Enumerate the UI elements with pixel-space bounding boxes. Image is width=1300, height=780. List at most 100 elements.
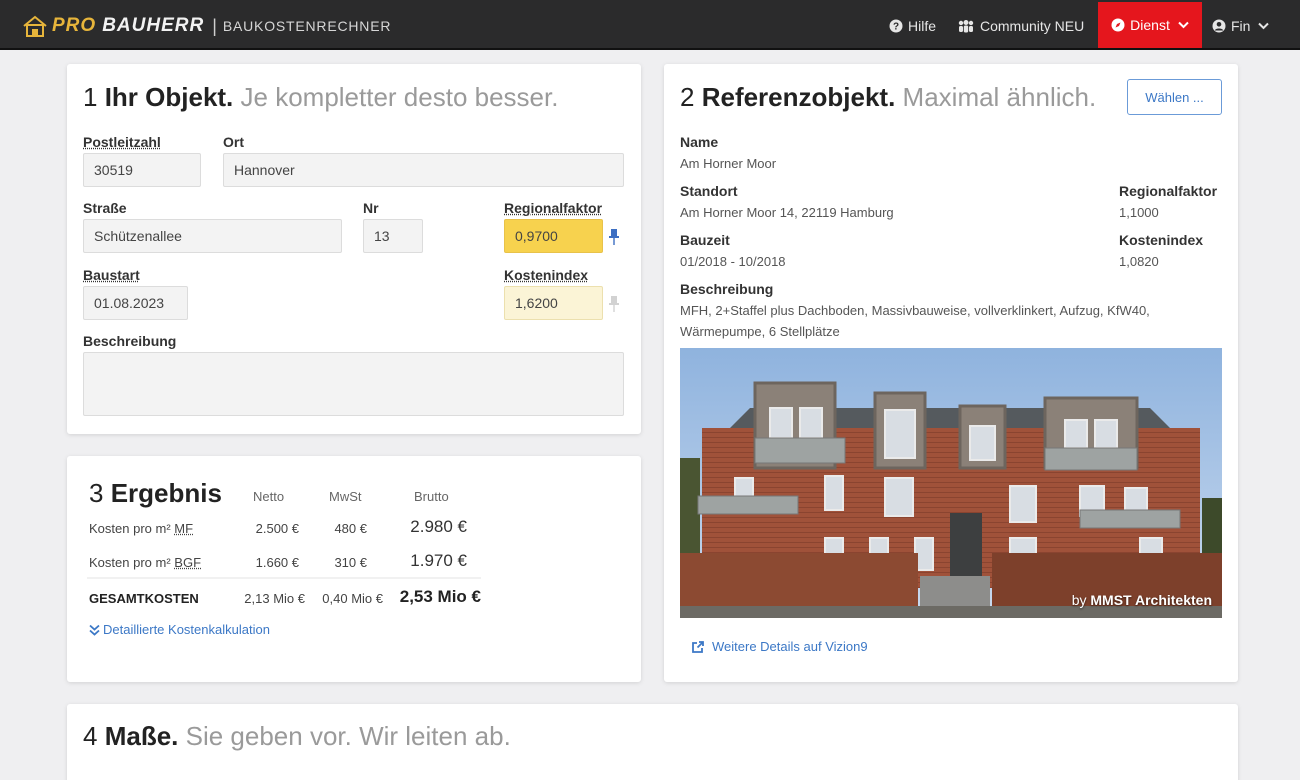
regionalfaktor-label: Regionalfaktor [504,200,602,216]
referenz-heading-muted: Maximal ähnlich. [903,82,1097,112]
masse-heading: 4 Maße. Sie geben vor. Wir leiten ab. [83,721,511,752]
ergebnis-card: 3 Ergebnis Netto MwSt Brutto Kosten pro … [67,456,641,682]
users-icon [957,19,975,33]
choose-reference-button[interactable]: Wählen ... [1127,79,1222,115]
row-mf-brutto: 2.980 € [385,517,467,537]
row-kosten-bgf-abbr: BGF [174,555,201,570]
result-divider [87,577,481,579]
col-mwst: MwSt [329,489,362,504]
ref-beschreibung-label: Beschreibung [680,281,773,297]
referenz-card: 2 Referenzobjekt. Maximal ähnlich. Wähle… [664,64,1238,682]
ref-kosten-value: 1,0820 [1119,251,1159,272]
row-mf-mwst: 480 € [315,521,367,536]
strasse-input[interactable]: Schützenallee [83,219,342,253]
referenz-heading-main: Referenzobjekt. [702,82,896,112]
photo-credit-name: MMST Architekten [1090,592,1212,608]
vizion9-link[interactable]: Weitere Details auf Vizion9 [691,639,868,654]
nr-input[interactable]: 13 [363,219,423,253]
photo-credit: by MMST Architekten [1072,592,1212,608]
photo-credit-by: by [1072,592,1087,608]
ref-standort-value: Am Horner Moor 14, 22119 Hamburg [680,202,894,223]
brand-subtitle: BAUKOSTENRECHNER [223,18,391,34]
compass-icon [1111,18,1125,32]
external-link-icon [691,640,705,654]
nav-hilfe-label: Hilfe [908,18,936,34]
row-kosten-mf-abbr: MF [174,521,193,536]
col-netto: Netto [253,489,284,504]
ref-name-label: Name [680,134,718,150]
nav-user-dropdown[interactable]: Fin [1212,4,1269,48]
plz-label: Postleitzahl [83,134,161,150]
objekt-heading-main: Ihr Objekt. [105,82,234,112]
question-circle-icon: ? [889,19,903,33]
objekt-heading: 1 Ihr Objekt. Je kompletter desto besser… [83,82,558,113]
nav-community-label: Community NEU [980,18,1084,34]
chevron-down-icon [1178,18,1189,32]
baustart-input[interactable]: 01.08.2023 [83,286,188,320]
baustart-label: Baustart [83,267,140,283]
svg-text:?: ? [893,22,899,33]
pin-icon[interactable] [608,295,620,313]
masse-card: 4 Maße. Sie geben vor. Wir leiten ab. [67,704,1238,780]
brand-separator: | [212,16,217,37]
double-chevron-down-icon [89,624,100,636]
row-kosten-mf-label: Kosten pro m² MF [89,521,193,536]
ref-standort-label: Standort [680,183,738,199]
ort-input[interactable]: Hannover [223,153,624,187]
strasse-label: Straße [83,200,127,216]
user-circle-icon [1212,19,1226,33]
brand-pro: PRO [52,15,96,37]
regionalfaktor-input[interactable]: 0,9700 [504,219,603,253]
nr-label: Nr [363,200,379,216]
ref-bauzeit-value: 01/2018 - 10/2018 [680,251,786,272]
total-netto: 2,13 Mio € [227,591,305,606]
ergebnis-heading: 3 Ergebnis [89,478,222,509]
brand-logo[interactable]: PRO BAUHERR | BAUKOSTENRECHNER [22,12,391,40]
ref-name-value: Am Horner Moor [680,153,776,174]
objekt-card: 1 Ihr Objekt. Je kompletter desto besser… [67,64,641,434]
nav-community[interactable]: Community NEU [957,4,1084,48]
ort-label: Ort [223,134,244,150]
ref-bauzeit-label: Bauzeit [680,232,730,248]
objekt-heading-num: 1 [83,82,97,112]
referenz-heading-num: 2 [680,82,694,112]
detail-calc-link[interactable]: Detaillierte Kostenkalkulation [89,622,270,637]
ergebnis-heading-main: Ergebnis [111,478,222,508]
beschreibung-label: Beschreibung [83,333,176,349]
vizion9-link-label: Weitere Details auf Vizion9 [712,639,868,654]
ref-regional-label: Regionalfaktor [1119,183,1217,199]
row-bgf-mwst: 310 € [315,555,367,570]
row-bgf-brutto: 1.970 € [385,551,467,571]
ref-kosten-label: Kostenindex [1119,232,1203,248]
gesamtkosten-label: GESAMTKOSTEN [89,591,199,606]
kostenindex-input[interactable]: 1,6200 [504,286,603,320]
objekt-heading-muted: Je kompletter desto besser. [241,82,559,112]
ergebnis-heading-num: 3 [89,478,103,508]
nav-dienst-dropdown[interactable]: Dienst [1098,2,1202,48]
nav-hilfe[interactable]: ? Hilfe [889,4,936,48]
top-navbar: PRO BAUHERR | BAUKOSTENRECHNER ? Hilfe C… [0,0,1300,50]
row-mf-netto: 2.500 € [235,521,299,536]
row-kosten-mf-text: Kosten pro m² [89,521,171,536]
masse-heading-num: 4 [83,721,97,751]
brand-bauherr: BAUHERR [102,15,204,37]
ref-beschreibung-value: MFH, 2+Staffel plus Dachboden, Massivbau… [680,300,1228,342]
beschreibung-textarea[interactable] [83,352,624,416]
referenz-heading: 2 Referenzobjekt. Maximal ähnlich. [680,82,1096,113]
reference-building-photo: by MMST Architekten [680,348,1222,618]
kostenindex-label: Kostenindex [504,267,588,283]
house-logo-icon [22,14,48,38]
row-kosten-bgf-label: Kosten pro m² BGF [89,555,201,570]
plz-input[interactable]: 30519 [83,153,201,187]
detail-calc-link-label: Detaillierte Kostenkalkulation [103,622,270,637]
total-brutto: 2,53 Mio € [385,587,481,607]
nav-user-label: Fin [1231,18,1250,34]
chevron-down-icon [1258,19,1269,33]
row-kosten-bgf-text: Kosten pro m² [89,555,171,570]
total-mwst: 0,40 Mio € [307,591,383,606]
ref-regional-value: 1,1000 [1119,202,1159,223]
col-brutto: Brutto [414,489,449,504]
row-bgf-netto: 1.660 € [235,555,299,570]
masse-heading-muted: Sie geben vor. Wir leiten ab. [186,721,511,751]
pin-icon[interactable] [608,228,620,246]
